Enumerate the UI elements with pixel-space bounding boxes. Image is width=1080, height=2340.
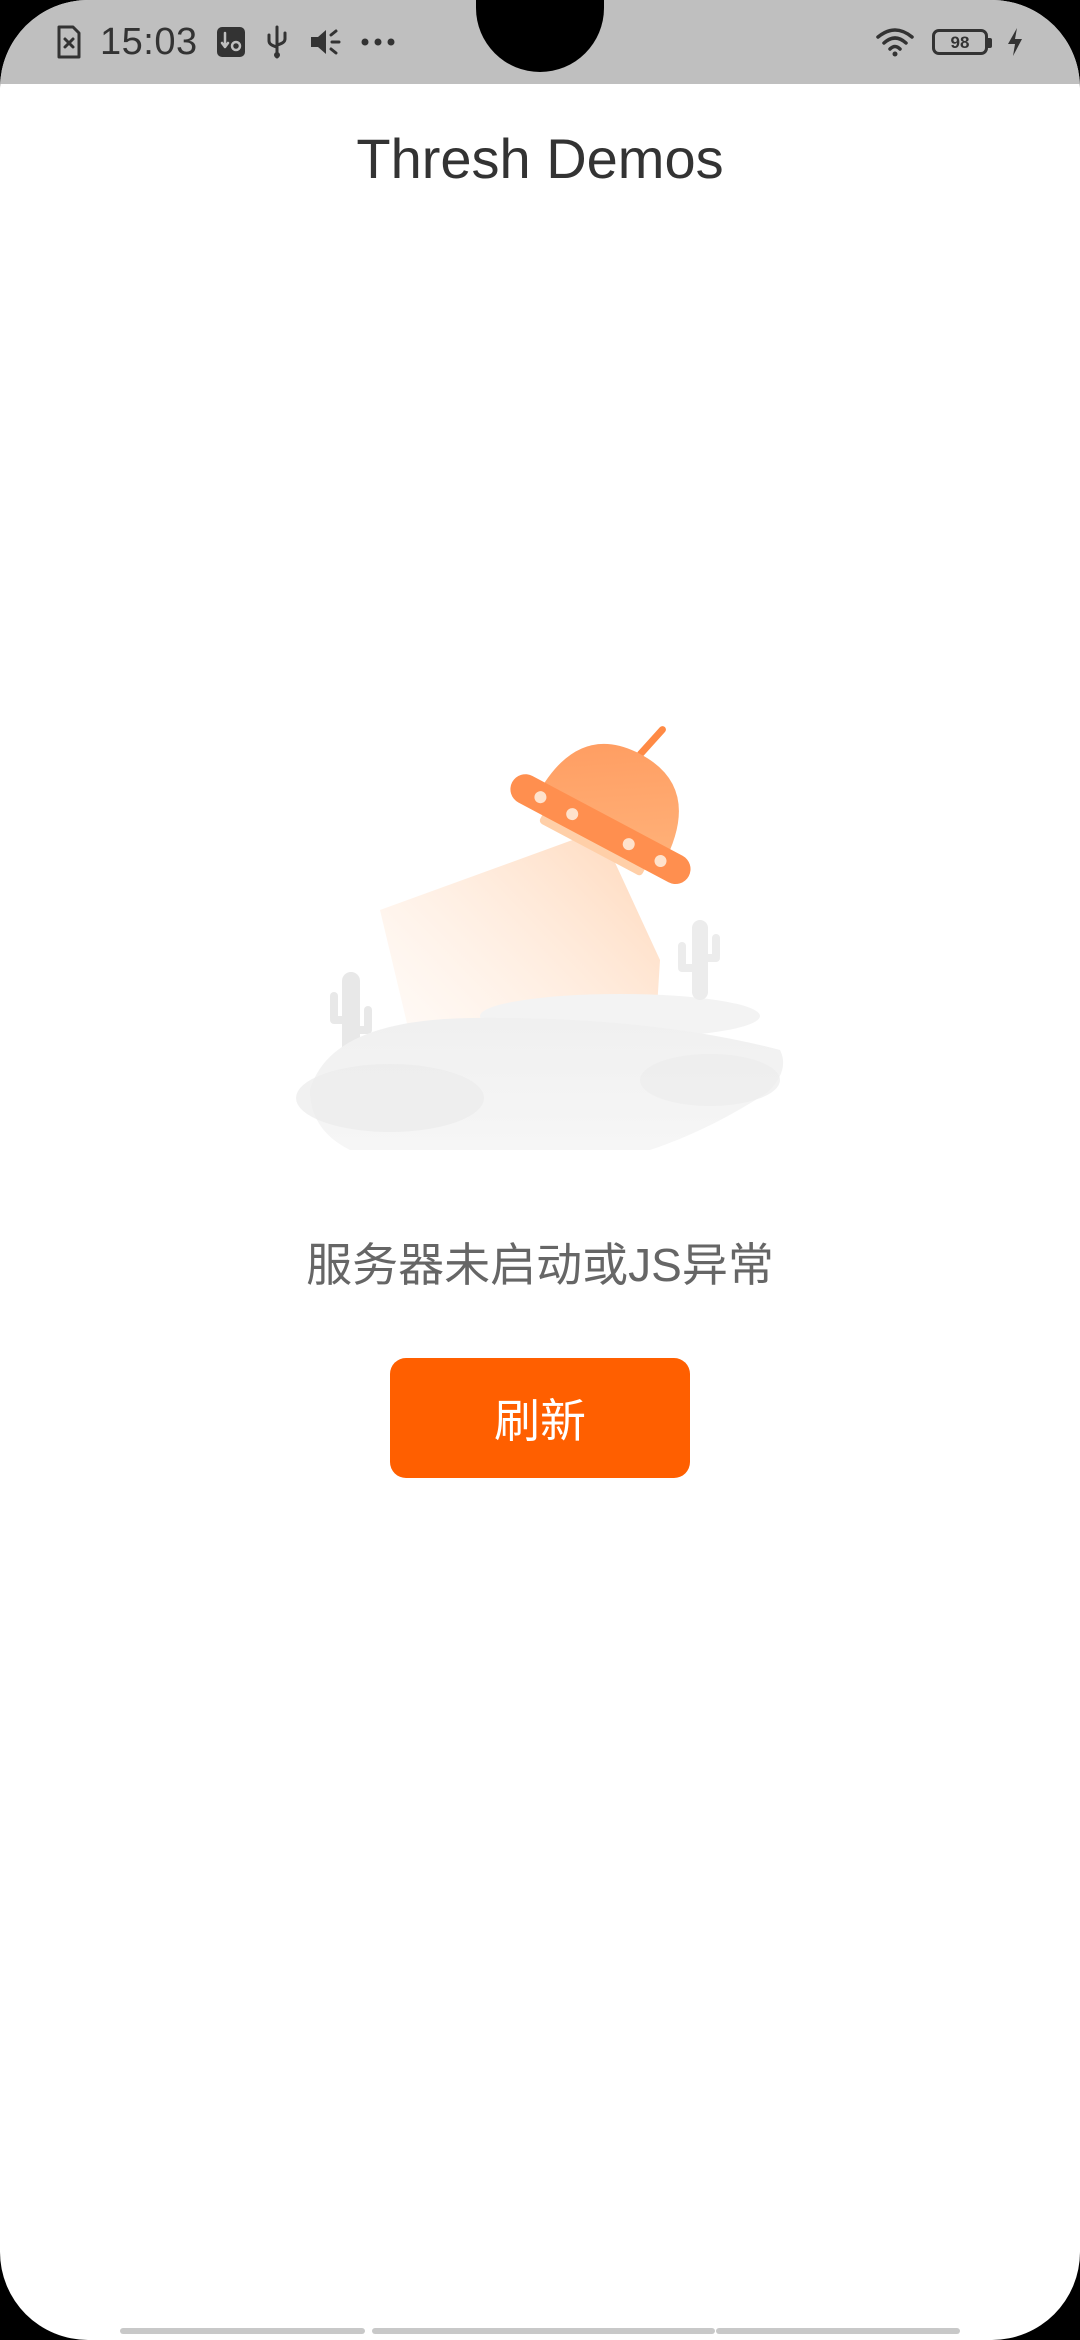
sim-card-error-icon [56, 25, 82, 59]
charging-icon [1006, 27, 1024, 57]
nav-gesture-bar-left [120, 2328, 365, 2334]
volume-icon [308, 26, 342, 58]
wifi-icon [876, 27, 914, 57]
status-bar: 15:03 98 [0, 0, 1080, 84]
status-right-group: 98 [876, 16, 1024, 68]
camera-notch [476, 0, 604, 72]
battery-level: 98 [950, 32, 970, 52]
usb-icon [264, 25, 290, 59]
nav-gesture-bar-right [716, 2328, 960, 2334]
more-dots-icon [360, 37, 396, 47]
status-time: 15:03 [100, 20, 198, 63]
battery-icon: 98 [932, 29, 992, 55]
refresh-button[interactable]: 刷新 [390, 1358, 690, 1478]
nav-gesture-bar-center[interactable] [372, 2328, 715, 2334]
page-title: Thresh Demos [356, 127, 724, 190]
app-screen: 15:03 98 Thresh Demos 服务器未启动或JS异常 刷新 [0, 0, 1080, 2340]
error-message: 服务器未启动或JS异常 [306, 1239, 774, 1291]
ufo-error-illustration [290, 720, 790, 1180]
usb-debug-icon [216, 26, 246, 58]
status-left-group: 15:03 [56, 16, 396, 68]
